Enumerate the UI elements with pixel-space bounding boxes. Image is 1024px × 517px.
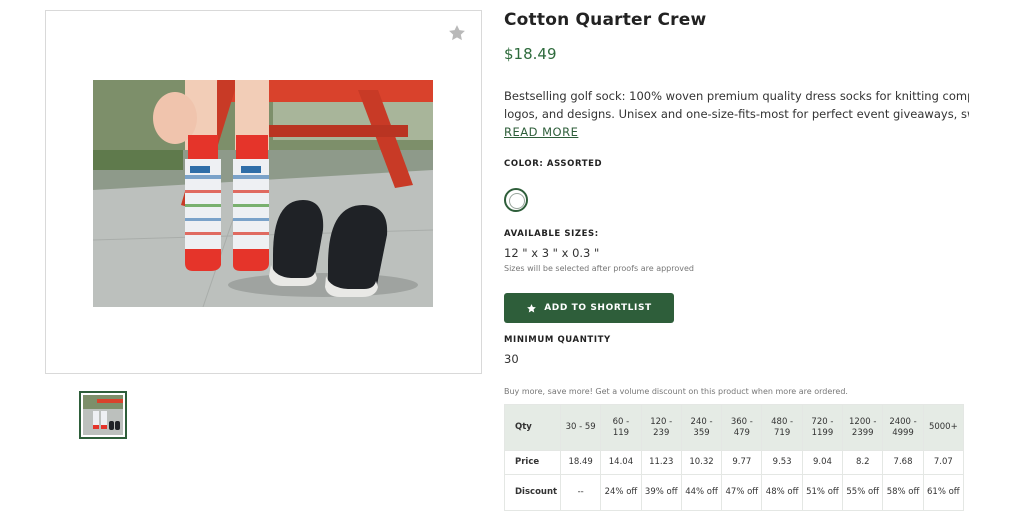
- price-cell: 9.04: [801, 450, 844, 475]
- read-more-link[interactable]: READ MORE: [504, 125, 578, 139]
- qty-cell: 360 - 479: [721, 404, 763, 451]
- price-cell: 18.49: [559, 450, 602, 475]
- add-to-shortlist-button[interactable]: ADD TO SHORTLIST: [504, 293, 674, 323]
- discount-row: Discount -- 24% off 39% off 44% off 47% …: [504, 474, 965, 511]
- qty-cell: 720 - 1199: [801, 404, 844, 451]
- discount-cell: 24% off: [600, 474, 642, 511]
- description-line: Bestselling golf sock: 100% woven premiu…: [504, 89, 969, 103]
- color-label: COLOR: ASSORTED: [504, 159, 603, 169]
- price-header: Price: [504, 450, 561, 475]
- product-photo: [93, 80, 433, 307]
- shortlist-label: ADD TO SHORTLIST: [544, 303, 652, 313]
- product-image-frame: [45, 10, 482, 374]
- price-cell: 14.04: [600, 450, 642, 475]
- qty-row: Qty 30 - 59 60 - 119 120 - 239 240 - 359…: [504, 404, 965, 451]
- qty-cell: 1200 - 2399: [842, 404, 884, 451]
- description-line: logos, and designs. Unisex and one-size-…: [504, 106, 969, 121]
- qty-cell: 2400 - 4999: [882, 404, 924, 451]
- sizes-value: 12 " x 3 " x 0.3 ": [504, 246, 600, 260]
- discount-cell: 39% off: [640, 474, 682, 511]
- favorite-star-icon[interactable]: [447, 23, 467, 43]
- qty-header: Qty: [504, 404, 561, 451]
- discount-cell: --: [559, 474, 602, 511]
- qty-cell: 120 - 239: [640, 404, 682, 451]
- price-cell: 7.68: [882, 450, 924, 475]
- minimum-quantity-value: 30: [504, 352, 519, 366]
- price-cell: 10.32: [680, 450, 723, 475]
- price-cell: 7.07: [922, 450, 965, 475]
- product-price: $18.49: [504, 45, 557, 63]
- thumbnail-image: [83, 395, 123, 435]
- pricing-table: Qty 30 - 59 60 - 119 120 - 239 240 - 359…: [504, 404, 965, 511]
- discount-cell: 58% off: [882, 474, 924, 511]
- discount-cell: 61% off: [922, 474, 965, 511]
- qty-cell: 30 - 59: [559, 404, 602, 451]
- qty-cell: 480 - 719: [761, 404, 803, 451]
- price-cell: 11.23: [640, 450, 682, 475]
- discount-cell: 51% off: [801, 474, 844, 511]
- price-cell: 9.77: [721, 450, 763, 475]
- sizes-note: Sizes will be selected after proofs are …: [504, 264, 694, 273]
- qty-cell: 60 - 119: [600, 404, 642, 451]
- minimum-quantity-label: MINIMUM QUANTITY: [504, 335, 611, 345]
- product-description: Bestselling golf sock: 100% woven premiu…: [504, 88, 969, 123]
- discount-cell: 55% off: [842, 474, 884, 511]
- volume-discount-note: Buy more, save more! Get a volume discou…: [504, 387, 848, 396]
- sizes-label: AVAILABLE SIZES:: [504, 229, 599, 239]
- product-thumbnail[interactable]: [79, 391, 127, 439]
- color-swatch-assorted[interactable]: [504, 188, 528, 212]
- price-cell: 9.53: [761, 450, 803, 475]
- price-cell: 8.2: [842, 450, 884, 475]
- qty-cell: 240 - 359: [680, 404, 723, 451]
- star-icon: [527, 303, 537, 312]
- discount-cell: 48% off: [761, 474, 803, 511]
- discount-cell: 44% off: [680, 474, 723, 511]
- discount-header: Discount: [504, 474, 561, 511]
- product-title: Cotton Quarter Crew: [504, 10, 707, 30]
- qty-cell: 5000+: [922, 404, 965, 451]
- price-row: Price 18.49 14.04 11.23 10.32 9.77 9.53 …: [504, 450, 965, 475]
- discount-cell: 47% off: [721, 474, 763, 511]
